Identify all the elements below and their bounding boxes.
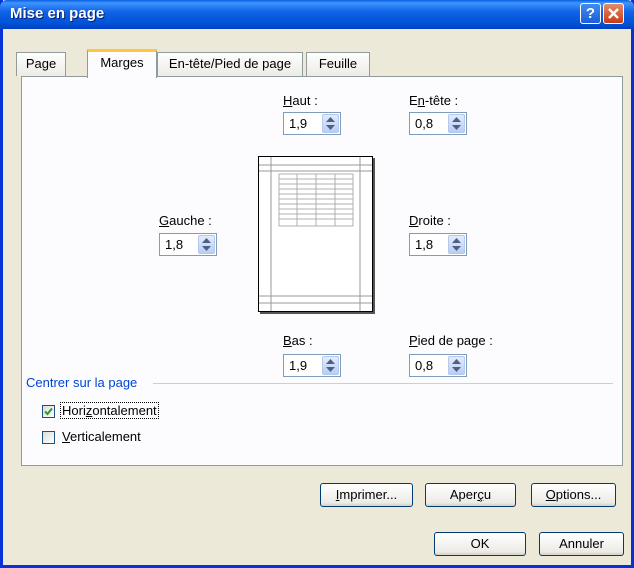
droite-value[interactable]: 1,8	[415, 237, 433, 252]
pied-value[interactable]: 0,8	[415, 358, 433, 373]
droite-label: Droite :	[409, 213, 451, 228]
pied-spinner[interactable]: 0,8	[409, 354, 467, 377]
ok-button[interactable]: OK	[434, 532, 526, 556]
group-divider	[153, 383, 613, 384]
gauche-label: Gauche :	[159, 213, 212, 228]
close-icon	[608, 8, 619, 19]
entete-spinner[interactable]: 0,8	[409, 112, 467, 135]
bas-value[interactable]: 1,9	[289, 358, 307, 373]
gauche-spinner[interactable]: 1,8	[159, 233, 217, 256]
annuler-button[interactable]: Annuler	[539, 532, 624, 556]
entete-label: En-tête :	[409, 93, 459, 108]
page-preview	[258, 156, 373, 312]
bas-spinner[interactable]: 1,9	[283, 354, 341, 377]
entete-value[interactable]: 0,8	[415, 116, 433, 131]
spin-up-icon	[452, 359, 461, 364]
tab-feuille[interactable]: Feuille	[306, 52, 370, 76]
droite-spin-arrows[interactable]	[448, 235, 465, 254]
spin-up-icon	[326, 359, 335, 364]
page-setup-dialog: Mise en page ? Page Marges En-tête/Pied …	[0, 0, 634, 568]
page-preview-image	[259, 157, 372, 311]
haut-spinner[interactable]: 1,9	[283, 112, 341, 135]
apercu-button[interactable]: Aperçu	[425, 483, 516, 507]
center-group-title: Centrer sur la page	[26, 375, 138, 390]
spin-down-icon	[452, 246, 461, 251]
imprimer-button[interactable]: Imprimer...	[320, 483, 413, 507]
entete-spin-arrows[interactable]	[448, 114, 465, 133]
horizontal-label[interactable]: Horizontalement	[60, 402, 159, 419]
spin-down-icon	[326, 125, 335, 130]
droite-spinner[interactable]: 1,8	[409, 233, 467, 256]
horizontal-checkbox[interactable]	[42, 405, 55, 418]
spin-up-icon	[452, 117, 461, 122]
margins-panel: Haut : 1,9 En-tête : 0,8 Gauche : 1,8 Dr…	[21, 76, 623, 507]
title-bar: Mise en page ?	[0, 0, 634, 29]
close-button[interactable]	[603, 3, 624, 24]
options-button[interactable]: Options...	[531, 483, 616, 507]
window-title: Mise en page	[10, 5, 105, 22]
spin-down-icon	[452, 367, 461, 372]
gauche-spin-arrows[interactable]	[198, 235, 215, 254]
spin-up-icon	[202, 238, 211, 243]
spin-down-icon	[452, 125, 461, 130]
pied-spin-arrows[interactable]	[448, 356, 465, 375]
spin-down-icon	[326, 367, 335, 372]
vertical-label[interactable]: Verticalement	[62, 429, 141, 444]
pied-label: Pied de page :	[409, 333, 493, 348]
gauche-value[interactable]: 1,8	[165, 237, 183, 252]
haut-spin-arrows[interactable]	[322, 114, 339, 133]
help-button[interactable]: ?	[580, 3, 601, 24]
tab-page[interactable]: Page	[16, 52, 66, 76]
spin-up-icon	[452, 238, 461, 243]
vertical-checkbox[interactable]	[42, 431, 55, 444]
haut-value[interactable]: 1,9	[289, 116, 307, 131]
tab-entete-pied[interactable]: En-tête/Pied de page	[157, 52, 303, 76]
bas-spin-arrows[interactable]	[322, 356, 339, 375]
bas-label: Bas :	[283, 333, 313, 348]
tab-marges[interactable]: Marges	[87, 49, 157, 78]
spin-up-icon	[326, 117, 335, 122]
spin-down-icon	[202, 246, 211, 251]
haut-label: Haut :	[283, 93, 318, 108]
checkmark-icon	[44, 407, 53, 416]
